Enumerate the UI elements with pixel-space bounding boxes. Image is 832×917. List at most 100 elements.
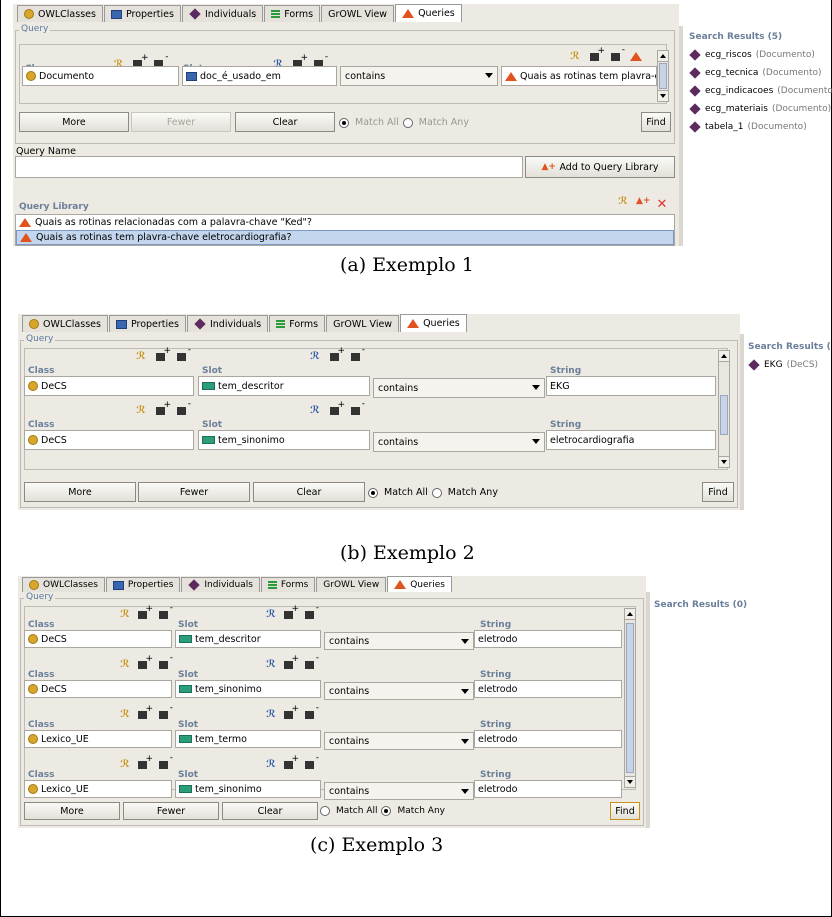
scroll-down-icon[interactable]	[658, 90, 668, 101]
tab-individuals[interactable]: Individuals	[186, 315, 269, 332]
tab-queries[interactable]: Queries	[387, 576, 452, 592]
find-class-icon[interactable]: ℛ	[118, 710, 132, 720]
find-class-icon[interactable]: ℛ	[134, 406, 148, 416]
add-row-icon[interactable]	[330, 346, 345, 361]
add-row-icon[interactable]	[590, 46, 605, 61]
tab-queries[interactable]: Queries	[400, 314, 467, 332]
class-field[interactable]: DeCS	[24, 430, 194, 450]
remove-row-icon[interactable]	[177, 345, 191, 361]
operator-select[interactable]: contains	[373, 432, 545, 452]
query-name-input[interactable]	[15, 156, 523, 178]
find-slot-icon[interactable]: ℛ	[264, 710, 278, 720]
find-value-icon[interactable]: ℛ	[568, 52, 582, 62]
find-slot-icon[interactable]: ℛ	[264, 760, 278, 770]
class-field[interactable]: Documento	[22, 66, 179, 86]
add-row-icon[interactable]	[284, 604, 299, 619]
result-item[interactable]: EKG (DeCS)	[748, 359, 818, 371]
tab-properties[interactable]: Properties	[103, 5, 181, 22]
remove-row-icon[interactable]	[305, 603, 319, 619]
query-scrollbar[interactable]	[718, 350, 730, 468]
string-field[interactable]: eletrodo	[474, 730, 622, 748]
more-button[interactable]: More	[24, 802, 120, 820]
clear-button[interactable]: Clear	[235, 112, 335, 132]
remove-row-icon[interactable]	[305, 753, 319, 769]
match-all-radio[interactable]	[339, 117, 349, 128]
class-field[interactable]: DeCS	[24, 630, 172, 648]
scroll-down-icon[interactable]	[719, 456, 729, 467]
operator-select[interactable]: contains	[340, 66, 498, 86]
match-all-radio[interactable]	[320, 806, 330, 816]
slot-field[interactable]: tem_descritor	[175, 630, 321, 648]
add-row-icon[interactable]	[138, 704, 153, 719]
tab-forms[interactable]: Forms	[260, 577, 316, 592]
add-library-icon[interactable]: ▲+	[636, 196, 650, 206]
fewer-button[interactable]: Fewer	[123, 802, 219, 820]
add-row-icon[interactable]	[138, 654, 153, 669]
fewer-button[interactable]: Fewer	[131, 112, 231, 132]
tab-properties[interactable]: Properties	[105, 577, 181, 592]
class-field[interactable]: DeCS	[24, 376, 194, 396]
slot-field[interactable]: tem_sinonimo	[175, 680, 321, 698]
match-any-radio[interactable]	[431, 487, 442, 498]
tab-owlclasses[interactable]: OWLClasses	[17, 5, 103, 22]
query-icon[interactable]	[630, 52, 642, 61]
remove-row-icon[interactable]	[159, 703, 173, 719]
tab-forms[interactable]: Forms	[264, 5, 321, 22]
add-to-query-library-button[interactable]: ▲+ Add to Query Library	[525, 156, 675, 178]
scroll-thumb[interactable]	[626, 623, 634, 773]
find-button[interactable]: Find	[702, 482, 734, 502]
add-row-icon[interactable]	[156, 346, 171, 361]
more-button[interactable]: More	[24, 482, 136, 502]
add-row-icon[interactable]	[138, 754, 153, 769]
find-button[interactable]: Find	[610, 802, 640, 820]
tab-individuals[interactable]: Individuals	[181, 5, 264, 22]
remove-row-icon[interactable]	[177, 399, 191, 415]
scroll-down-icon[interactable]	[625, 776, 635, 787]
operator-select[interactable]: contains	[324, 732, 474, 750]
add-row-icon[interactable]	[284, 654, 299, 669]
tab-properties[interactable]: Properties	[108, 315, 186, 332]
remove-row-icon[interactable]	[159, 653, 173, 669]
slot-field[interactable]: tem_termo	[175, 730, 321, 748]
string-field[interactable]: eletrocardiografia	[546, 430, 716, 450]
add-row-icon[interactable]	[156, 400, 171, 415]
find-slot-icon[interactable]: ℛ	[308, 406, 322, 416]
result-item[interactable]: ecg_tecnica (Documento)	[689, 67, 822, 79]
scroll-up-icon[interactable]	[658, 51, 668, 62]
scroll-thumb[interactable]	[720, 395, 728, 435]
find-class-icon[interactable]: ℛ	[134, 352, 148, 362]
slot-field[interactable]: tem_sinonimo	[198, 430, 370, 450]
operator-select[interactable]: contains	[324, 632, 474, 650]
class-field[interactable]: Lexico_UE	[24, 780, 172, 798]
scroll-up-icon[interactable]	[625, 609, 635, 620]
clear-button[interactable]: Clear	[253, 482, 365, 502]
find-slot-icon[interactable]: ℛ	[264, 610, 278, 620]
operator-select[interactable]: contains	[324, 682, 474, 700]
value-field[interactable]: Quais as rotinas tem plavra-cl...	[501, 66, 657, 86]
scroll-up-icon[interactable]	[719, 351, 729, 362]
result-item[interactable]: ecg_riscos (Documento)	[689, 49, 815, 61]
add-row-icon[interactable]	[284, 704, 299, 719]
string-field[interactable]: eletrodo	[474, 680, 622, 698]
find-class-icon[interactable]: ℛ	[118, 610, 132, 620]
remove-row-icon[interactable]	[351, 345, 365, 361]
query-scrollbar[interactable]	[657, 50, 669, 102]
remove-row-icon[interactable]	[611, 45, 625, 61]
result-item[interactable]: ecg_indicacoes (Documento)	[689, 85, 832, 97]
add-row-icon[interactable]	[138, 604, 153, 619]
string-field[interactable]: eletrodo	[474, 780, 622, 798]
tab-growl-view[interactable]: GrOWL View	[326, 315, 400, 332]
result-item[interactable]: tabela_1 (Documento)	[689, 121, 807, 133]
fewer-button[interactable]: Fewer	[138, 482, 250, 502]
remove-row-icon[interactable]	[351, 399, 365, 415]
slot-field[interactable]: doc_é_usado_em	[182, 66, 337, 86]
query-scrollbar[interactable]	[624, 608, 636, 788]
find-slot-icon[interactable]: ℛ	[308, 352, 322, 362]
tab-owlclasses[interactable]: OWLClasses	[22, 577, 105, 592]
find-class-icon[interactable]: ℛ	[118, 660, 132, 670]
string-field[interactable]: eletrodo	[474, 630, 622, 648]
slot-field[interactable]: tem_descritor	[198, 376, 370, 396]
match-any-radio[interactable]	[402, 117, 413, 128]
tab-individuals[interactable]: Individuals	[181, 577, 260, 592]
find-slot-icon[interactable]: ℛ	[264, 660, 278, 670]
